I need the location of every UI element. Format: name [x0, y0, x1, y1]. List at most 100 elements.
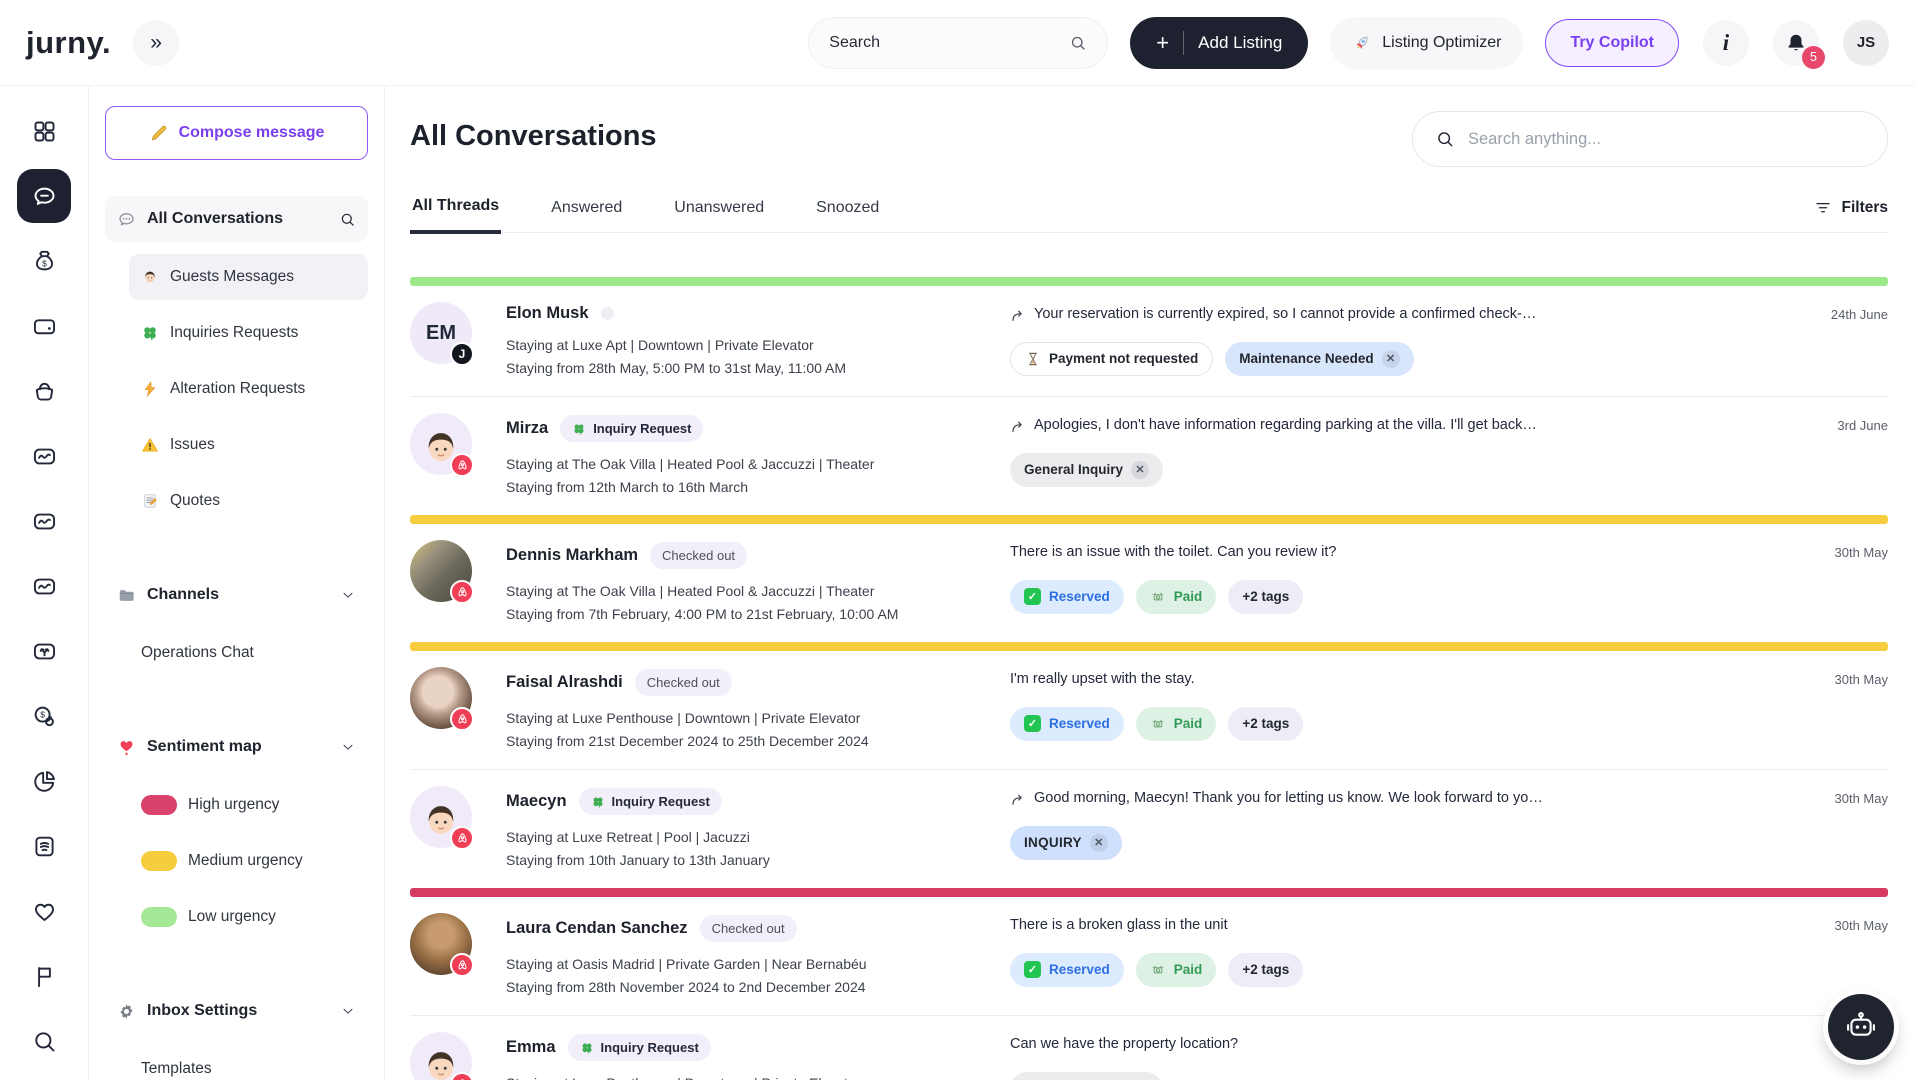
global-search[interactable] [808, 17, 1108, 69]
sidebar-item-high-urgency[interactable]: High urgency [129, 782, 368, 828]
rail-item-wallet[interactable] [17, 299, 71, 353]
property-line: Staying at The Oak Villa | Heated Pool &… [506, 456, 1010, 472]
sidebar-item-medium-urgency[interactable]: Medium urgency [129, 838, 368, 884]
pie-icon [31, 768, 58, 795]
rail-item-flags[interactable] [17, 949, 71, 1003]
tag-reserved[interactable]: ✓Reserved [1010, 707, 1124, 741]
user-avatar[interactable]: JS [1843, 20, 1889, 66]
sidebar-collapse-button[interactable]: » [133, 20, 179, 66]
rail-item-favorites[interactable] [17, 884, 71, 938]
doc-icon [31, 833, 58, 860]
chevron-down-icon[interactable] [340, 1003, 356, 1019]
boy-icon [141, 268, 159, 286]
tag-reserved[interactable]: ✓Reserved [1010, 580, 1124, 614]
remove-tag-icon[interactable]: ✕ [1382, 350, 1400, 368]
money-icon [1150, 716, 1166, 732]
conversation-search-input[interactable] [1468, 130, 1865, 149]
tag-2-tags[interactable]: +2 tags [1228, 580, 1303, 614]
chart-icon [31, 443, 58, 470]
guest-name: Laura Cendan Sanchez [506, 919, 688, 938]
last-message-text: Apologies, I don't have information rega… [1034, 416, 1537, 436]
reply-arrow-icon [1010, 307, 1026, 323]
magnifier-icon[interactable] [339, 211, 356, 228]
robot-icon [1843, 1009, 1879, 1045]
remove-tag-icon[interactable]: ✕ [1090, 834, 1108, 852]
tab-answered[interactable]: Answered [549, 199, 624, 232]
rail-item-dashboard[interactable] [17, 104, 71, 158]
conversation-row[interactable]: Dennis Markham Checked out Staying at Th… [410, 515, 1888, 642]
conversation-row[interactable]: Maecyn Inquiry Request Staying at Luxe R… [410, 769, 1888, 888]
copilot-bot-button[interactable] [1828, 994, 1894, 1060]
tag-maintenance-needed[interactable]: Maintenance Needed✕ [1225, 342, 1413, 376]
rail-item-documents[interactable] [17, 819, 71, 873]
tab-all-threads[interactable]: All Threads [410, 197, 501, 234]
sidebar-item-quotes[interactable]: Quotes [129, 478, 368, 524]
rail-item-search[interactable] [17, 1014, 71, 1068]
rail-item-revenue[interactable]: $ [17, 689, 71, 743]
tab-snoozed[interactable]: Snoozed [814, 199, 881, 232]
rail-item-analytics-2[interactable] [17, 494, 71, 548]
rail-item-listings[interactable] [17, 364, 71, 418]
conversation-row[interactable]: Faisal Alrashdi Checked out Staying at L… [410, 642, 1888, 769]
icon-rail: $$ [0, 86, 89, 1080]
sidebar-header-inbox-settings[interactable]: Inbox Settings [105, 988, 368, 1034]
tag-payment-not-requested[interactable]: Payment not requested [1010, 342, 1213, 376]
sidebar-item-alteration-requests[interactable]: Alteration Requests [129, 366, 368, 412]
filters-button[interactable]: Filters [1814, 199, 1888, 232]
last-message: There is a broken glass in the unit [1010, 916, 1748, 936]
sidebar-header-all-conversations[interactable]: All Conversations [105, 196, 368, 242]
sidebar-header-channels[interactable]: Channels [105, 572, 368, 618]
rail-item-routing[interactable] [17, 624, 71, 678]
conversation-row[interactable]: Emma Inquiry Request Staying at Luxe Pen… [410, 1015, 1888, 1080]
status-pill-icon [572, 422, 586, 436]
conversation-date: 3rd June [1837, 418, 1888, 433]
tag-inquiry[interactable]: INQUIRY✕ [1010, 826, 1122, 860]
sidebar-item-templates[interactable]: Templates [129, 1046, 368, 1080]
notifications-button[interactable]: 5 [1773, 20, 1819, 66]
conversation-row[interactable]: Mirza Inquiry Request Staying at The Oak… [410, 396, 1888, 515]
sidebar-group-sentiment-map: Sentiment map High urgency Medium urgency L… [105, 724, 368, 940]
listing-optimizer-button[interactable]: Listing Optimizer [1330, 17, 1523, 69]
sidebar-item-label: Low urgency [188, 908, 276, 926]
tag-paid[interactable]: Paid [1136, 953, 1217, 987]
sidebar-header-sentiment-map[interactable]: Sentiment map [105, 724, 368, 770]
global-search-input[interactable] [829, 34, 1069, 52]
tag-label: Reserved [1049, 716, 1110, 731]
chevron-down-icon[interactable] [340, 587, 356, 603]
tag-reserved[interactable]: ✓Reserved [1010, 953, 1124, 987]
heart-ex-icon [117, 738, 136, 757]
tag-general-inquiry[interactable]: General Inquiry✕ [1010, 1072, 1163, 1080]
chevron-down-icon[interactable] [340, 739, 356, 755]
status-pill-icon [580, 1041, 594, 1055]
conversation-search[interactable] [1412, 111, 1888, 167]
search-icon [1069, 34, 1087, 52]
remove-tag-icon[interactable]: ✕ [1131, 461, 1149, 479]
tag-paid[interactable]: Paid [1136, 580, 1217, 614]
tag-label: +2 tags [1242, 962, 1289, 977]
sidebar-item-guests-messages[interactable]: Guests Messages [129, 254, 368, 300]
search-icon [1435, 129, 1455, 149]
tag-paid[interactable]: Paid [1136, 707, 1217, 741]
rail-item-analytics-3[interactable] [17, 559, 71, 613]
tab-unanswered[interactable]: Unanswered [672, 199, 766, 232]
status-pill-label: Checked out [662, 548, 735, 563]
conversation-row[interactable]: Laura Cendan Sanchez Checked out Staying… [410, 888, 1888, 1015]
rail-item-payouts[interactable]: $ [17, 234, 71, 288]
sidebar-item-operations-chat[interactable]: Operations Chat [129, 630, 368, 676]
rail-item-reports[interactable] [17, 754, 71, 808]
try-copilot-button[interactable]: Try Copilot [1545, 19, 1679, 67]
bag-icon [31, 378, 58, 405]
info-button[interactable]: i [1703, 20, 1749, 66]
conversation-row[interactable]: EM J Elon Musk Staying at Luxe Apt | Dow… [410, 277, 1888, 396]
coins-icon: $ [31, 703, 58, 730]
compose-message-button[interactable]: Compose message [105, 106, 368, 160]
add-listing-button[interactable]: + Add Listing [1130, 17, 1308, 69]
rail-item-analytics-1[interactable] [17, 429, 71, 483]
rail-item-inbox[interactable] [17, 169, 71, 223]
tag-2-tags[interactable]: +2 tags [1228, 953, 1303, 987]
sidebar-item-issues[interactable]: Issues [129, 422, 368, 468]
sidebar-item-inquiries-requests[interactable]: Inquiries Requests [129, 310, 368, 356]
sidebar-item-low-urgency[interactable]: Low urgency [129, 894, 368, 940]
tag-general-inquiry[interactable]: General Inquiry✕ [1010, 453, 1163, 487]
tag-2-tags[interactable]: +2 tags [1228, 707, 1303, 741]
